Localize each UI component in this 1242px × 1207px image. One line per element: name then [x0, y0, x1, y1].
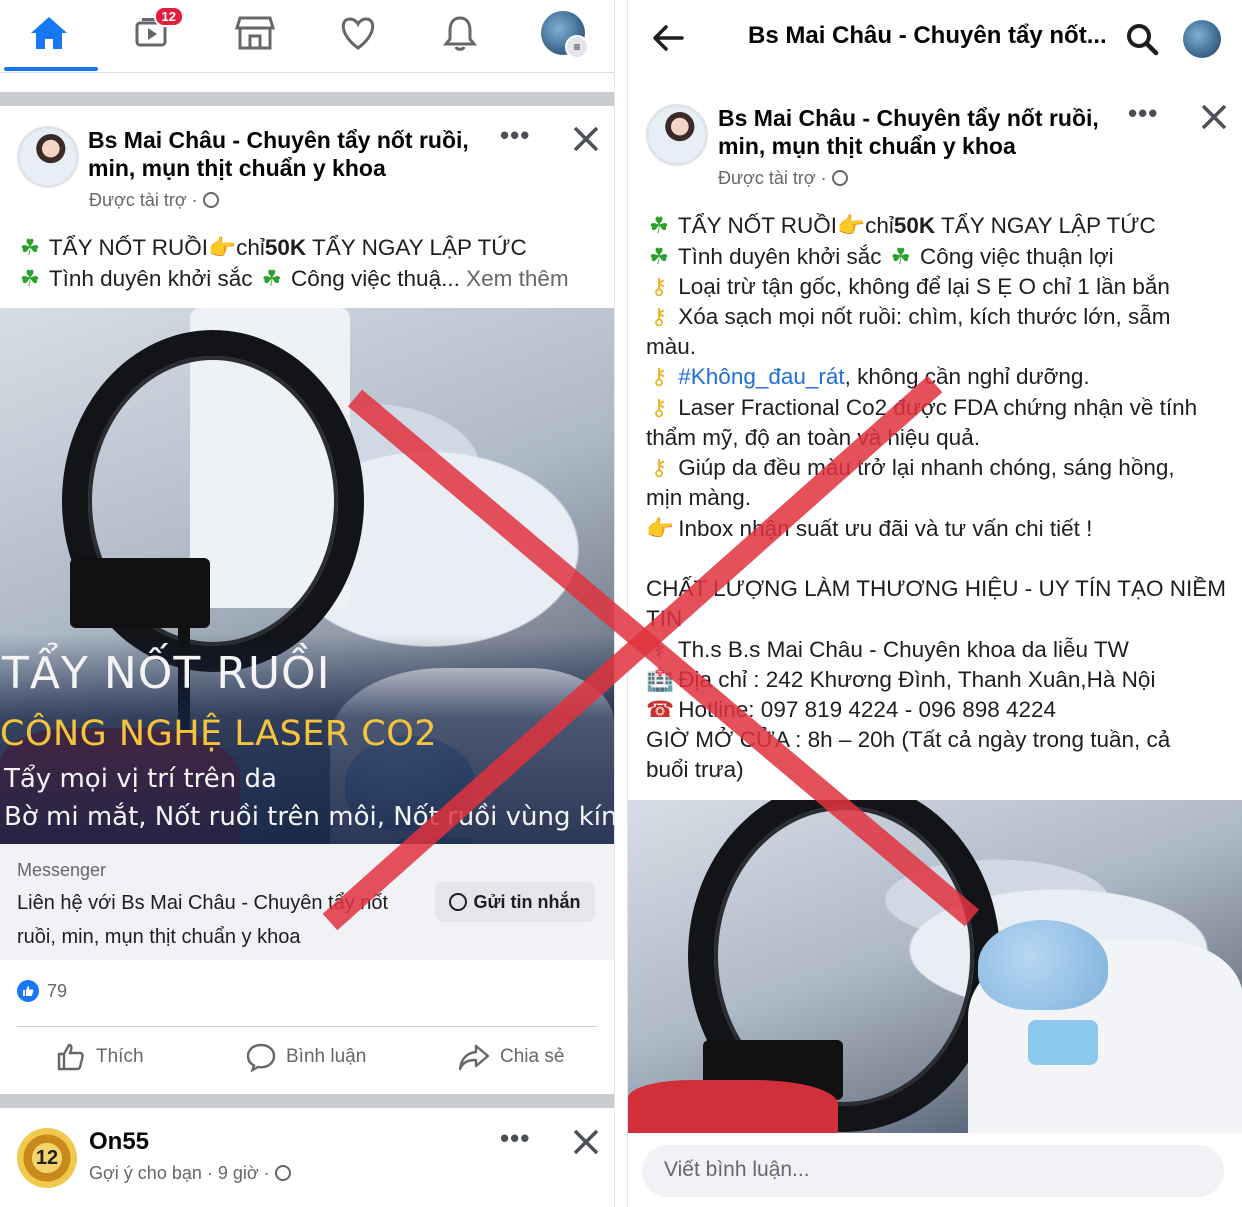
key-icon: ⚷ — [650, 274, 668, 299]
globe-icon — [274, 1165, 291, 1181]
feed-separator — [0, 92, 614, 106]
post-line: CHẤT LƯỢNG LÀM THƯƠNG HIỆU - UY TÍN TẠO … — [646, 576, 1227, 601]
ad-image[interactable] — [628, 800, 1242, 1133]
post-line: màu. — [646, 334, 697, 359]
feed-separator — [0, 1094, 614, 1108]
clover-icon: ☘ — [19, 235, 41, 260]
comment-button[interactable]: Bình luận — [246, 1042, 366, 1072]
back-arrow-icon[interactable] — [650, 20, 686, 61]
key-icon: ⚷ — [650, 455, 668, 480]
sponsored-label: Được tài trợ · — [89, 190, 219, 211]
globe-icon — [202, 192, 219, 208]
key-icon: ⚷ — [650, 364, 668, 389]
page-avatar[interactable] — [17, 126, 79, 188]
post-line: ⚷ Xóa sạch mọi nốt ruồi: chìm, kích thướ… — [646, 304, 1171, 330]
messenger-cta: Messenger Liên hệ với Bs Mai Châu - Chuy… — [0, 844, 614, 960]
comment-icon — [246, 1043, 276, 1072]
home-icon[interactable] — [26, 10, 72, 56]
ad-caption-2: Bờ mi mắt, Nốt ruồi trên môi, Nốt ruồi v… — [4, 802, 614, 832]
ad-subheadline: CÔNG NGHỆ LASER CO2 — [0, 714, 438, 754]
clover-icon: ☘ — [890, 244, 911, 269]
clover-icon: ☘ — [648, 244, 670, 269]
key-icon: ⚷ — [650, 395, 668, 420]
post-line: 👉 Inbox nhận suất ưu đãi và tư vấn chi t… — [646, 516, 1093, 541]
right-post-detail-screenshot: Bs Mai Châu - Chuyên tẩy nốt... Bs Mai C… — [627, 0, 1242, 1207]
cta-source: Messenger — [17, 860, 107, 880]
profile-menu-icon[interactable]: ≡ — [540, 10, 589, 59]
next-post-page-name[interactable]: On55 — [89, 1128, 149, 1156]
more-options-button[interactable]: ••• — [500, 120, 530, 151]
share-arrow-icon — [458, 1044, 490, 1071]
notifications-bell-icon[interactable] — [437, 10, 483, 56]
sponsored-label: Được tài trợ · — [718, 168, 848, 189]
more-options-button[interactable]: ••• — [500, 1123, 530, 1154]
post-line: thẩm mỹ, độ an toàn và hiệu quả. — [646, 425, 980, 450]
dating-heart-icon[interactable] — [335, 10, 381, 56]
like-reaction-icon — [17, 980, 39, 1002]
watch-badge: 12 — [153, 6, 184, 27]
more-options-button[interactable]: ••• — [1128, 98, 1158, 129]
cta-text: Liên hệ với Bs Mai Châu - Chuyên tẩy nốt… — [17, 892, 389, 948]
post-line: 🏥 Địa chỉ : 242 Khương Đình, Thanh Xuân,… — [646, 667, 1156, 692]
active-tab-indicator — [4, 67, 98, 71]
like-count: 79 — [47, 980, 68, 1001]
ad-image[interactable]: TẨY NỐT RUỒI CÔNG NGHỆ LASER CO2 Tẩy mọi… — [0, 308, 614, 844]
post-line: buổi trưa) — [646, 757, 744, 782]
post-line: ☘ Tình duyên khởi sắc ☘ Công việc thuận … — [646, 244, 1114, 270]
see-more-link[interactable]: Xem thêm — [460, 266, 569, 291]
post-line: TIN — [646, 606, 683, 631]
pointing-hand-icon: 👉 — [646, 516, 675, 541]
post-line: GIỜ MỞ CỬA : 8h – 20h (Tất cả ngày trong… — [646, 727, 1171, 752]
building-icon: 🏥 — [646, 667, 675, 692]
page-avatar[interactable] — [646, 104, 708, 166]
globe-icon — [831, 170, 848, 186]
avatar-badge-text: 12 — [35, 1146, 59, 1169]
send-message-button[interactable]: Gửi tin nhắn — [435, 882, 595, 922]
clover-icon: ☘ — [19, 266, 41, 291]
key-icon: ⚷ — [650, 304, 668, 329]
clover-icon: ☘ — [648, 213, 670, 238]
post-line: ☘ TẨY NỐT RUỒI👉chỉ50K TẨY NGAY LẬP TỨC — [646, 213, 1156, 239]
page-name[interactable]: Bs Mai Châu - Chuyên tẩy nốt ruồi, min, … — [718, 104, 1099, 160]
top-navigation-bar: 12 ≡ — [0, 0, 614, 73]
on55-avatar[interactable]: 12 — [17, 1128, 77, 1188]
post-line: ☎ Hotline: 097 819 4224 - 096 898 4224 — [646, 697, 1057, 722]
header-title: Bs Mai Châu - Chuyên tẩy nốt... — [748, 22, 1107, 49]
watch-icon[interactable]: 12 — [130, 6, 184, 56]
left-feed-screenshot: 12 ≡ Bs Mai Châu - Chuyên tẩy nốt ruồi, … — [0, 0, 615, 1207]
post-line: ⚷ Giúp da đều màu trở lại nhanh chóng, s… — [646, 455, 1175, 481]
close-icon[interactable] — [572, 125, 600, 153]
post-line: ⚷ Laser Fractional Co2 được FDA chứng nh… — [646, 395, 1197, 421]
pointing-hand-icon: 👉 — [837, 213, 866, 238]
share-button[interactable]: Chia sẻ — [458, 1042, 564, 1072]
post-text-line-1: ☘ TẨY NỐT RUỒI👉chỉ50K TẨY NGAY LẬP TỨC — [17, 235, 527, 261]
post-line: mịn màng. — [646, 485, 752, 510]
thumbs-up-icon — [57, 1043, 84, 1071]
profile-avatar[interactable] — [1183, 20, 1221, 58]
comment-input[interactable]: Viết bình luận... — [642, 1145, 1224, 1197]
ad-headline: TẨY NỐT RUỒI — [2, 648, 331, 699]
search-icon[interactable] — [1125, 22, 1159, 61]
close-icon[interactable] — [1200, 103, 1228, 131]
messenger-icon — [449, 893, 468, 911]
hashtag-link[interactable]: #Không_đau_rát — [678, 364, 844, 389]
reaction-summary[interactable]: 79 — [17, 980, 67, 1002]
marketplace-icon[interactable] — [232, 10, 278, 56]
pointing-hand-icon: 👉 — [208, 235, 237, 260]
post-text-line-2: ☘ Tình duyên khởi sắc ☘ Công việc thuậ..… — [17, 266, 569, 292]
post-line: ⚷ #Không_đau_rát, không cần nghỉ dưỡng. — [646, 364, 1090, 390]
comment-placeholder: Viết bình luận... — [664, 1158, 810, 1181]
post-line: ⚕ Th.s B.s Mai Châu - Chuyên khoa da liễ… — [646, 637, 1129, 663]
phone-icon: ☎ — [646, 697, 675, 722]
page-name[interactable]: Bs Mai Châu - Chuyên tẩy nốt ruồi, min, … — [88, 126, 469, 182]
actions-divider — [17, 1026, 597, 1027]
doctor-icon: ⚕ — [652, 637, 666, 662]
clover-icon: ☘ — [261, 266, 282, 291]
close-icon[interactable] — [572, 1128, 600, 1156]
like-button[interactable]: Thích — [56, 1042, 144, 1072]
next-post-meta: Gợi ý cho bạn · 9 giờ · — [89, 1163, 291, 1184]
ad-caption-1: Tẩy mọi vị trí trên da — [4, 764, 277, 794]
post-line: ⚷ Loại trừ tận gốc, không để lại S Ẹ O c… — [646, 274, 1170, 300]
